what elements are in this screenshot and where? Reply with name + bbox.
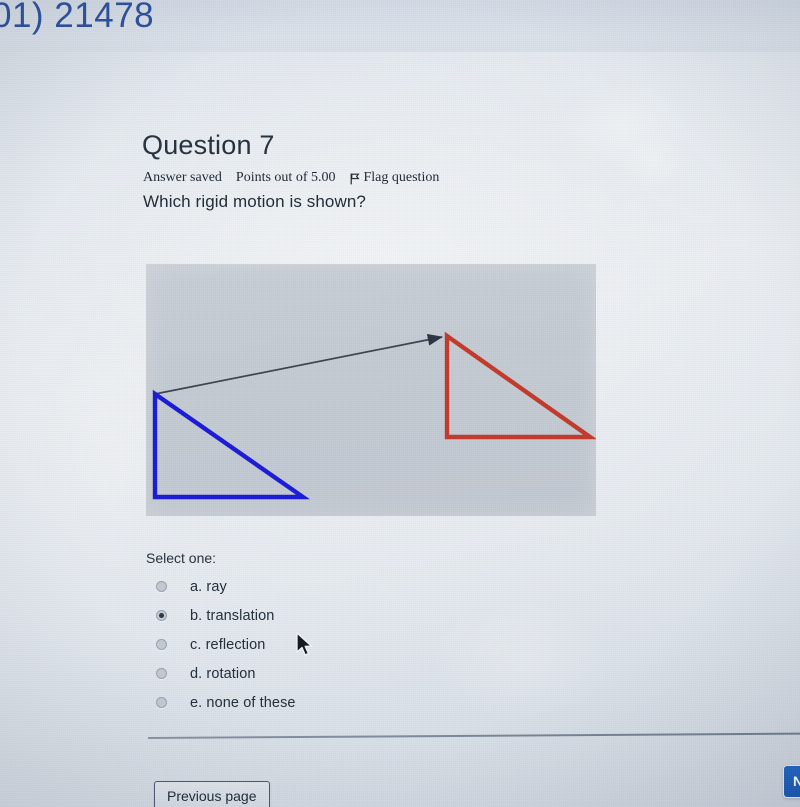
points-out-of: Points out of 5.00 [235,170,336,185]
screen-glare [620,135,690,190]
browser-tab-title[interactable]: 01) 21478 [0,0,154,36]
radio-option-d[interactable] [156,668,167,679]
option-row-e[interactable]: e. none of these [146,688,446,717]
photographed-screen: 01) 21478 Question 7 Answer saved Points… [0,0,800,807]
option-row-a[interactable]: a. ray [146,572,446,601]
question-prompt: Which rigid motion is shown? [143,192,366,211]
blue-triangle [152,389,311,500]
screen-glare [430,600,610,720]
option-label-a: a. ray [190,578,227,595]
radio-option-b[interactable] [156,610,167,621]
question-figure [146,264,596,516]
option-row-d[interactable]: d. rotation [146,659,446,688]
question-title: Question 7 [142,130,275,160]
browser-top-bar: 01) 21478 [0,0,800,52]
option-label-b: b. translation [190,607,275,624]
option-label-c: c. reflection [190,636,266,653]
answer-options-list: a. ray b. translation c. reflection d. r… [146,572,446,717]
section-divider [147,732,800,739]
radio-option-e[interactable] [156,697,167,708]
answer-status: Answer saved [143,170,222,185]
previous-page-button[interactable]: Previous page [154,781,270,807]
screen-glare [560,80,690,170]
flag-icon [350,173,360,185]
option-row-b[interactable]: b. translation [146,601,446,630]
flag-question-button[interactable]: Flag question [350,170,440,186]
radio-option-c[interactable] [156,639,167,650]
translation-arrow [154,333,444,395]
next-page-button[interactable]: N [783,765,800,798]
rigid-motion-diagram [152,331,596,500]
select-one-label: Select one: [146,550,217,566]
flag-question-label: Flag question [363,170,440,185]
option-row-c[interactable]: c. reflection [146,630,446,659]
question-meta: Answer saved Points out of 5.00 Flag que… [143,170,439,186]
option-label-d: d. rotation [190,665,256,682]
radio-option-a[interactable] [156,581,167,592]
option-label-e: e. none of these [190,694,296,711]
red-triangle [444,331,596,440]
